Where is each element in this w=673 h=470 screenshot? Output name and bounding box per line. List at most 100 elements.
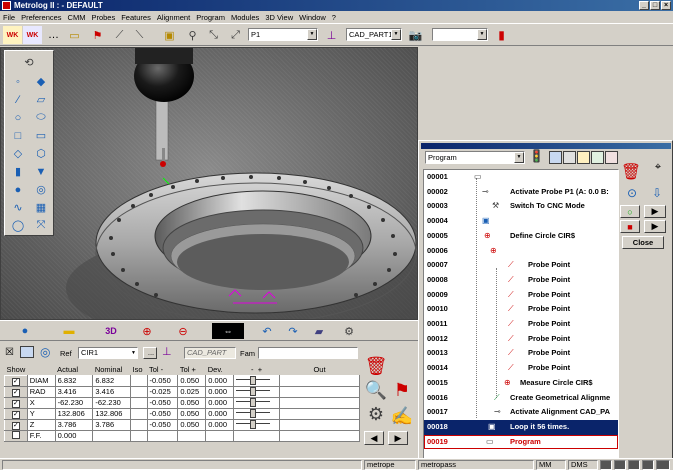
tol-plus-cell[interactable]: [177, 429, 207, 442]
element-icon[interactable]: ⊙: [620, 184, 644, 202]
close-window-button[interactable]: ×: [661, 1, 671, 10]
settings-gear-icon[interactable]: ⚙: [362, 401, 390, 427]
nominal-cell[interactable]: 132.806: [92, 407, 132, 420]
circle-feature-icon[interactable]: ○: [8, 109, 28, 126]
car-view-icon[interactable]: ▬: [58, 323, 80, 339]
table-row[interactable]: ✓ X -62.230 -62.230 -0.050 0.050 0.000: [4, 396, 360, 409]
robot-icon[interactable]: ⚙: [338, 323, 360, 339]
step-forward-icon[interactable]: ▶: [644, 220, 666, 233]
nominal-cell[interactable]: [92, 429, 132, 442]
probe-calibrate-icon[interactable]: ⚲: [183, 26, 202, 44]
actual-cell[interactable]: -62.230: [54, 396, 94, 409]
menu-probes[interactable]: Probes: [91, 13, 115, 22]
rotate-right-icon[interactable]: ↷: [282, 323, 304, 339]
actual-cell[interactable]: 3.786: [54, 418, 94, 431]
line-feature-icon[interactable]: ∕: [8, 91, 28, 108]
part-select[interactable]: CAD_PART1 ▼: [346, 28, 402, 41]
paste-icon[interactable]: [563, 151, 576, 164]
surface-feature-icon[interactable]: ▦: [31, 199, 51, 216]
program-line-15[interactable]: 00015 ⊕ Measure Circle CIR$: [424, 376, 618, 391]
rectangle-feature-icon[interactable]: ▭: [31, 127, 51, 144]
menu-window[interactable]: Window: [299, 13, 326, 22]
play-icon[interactable]: ▶: [644, 205, 666, 218]
program-line-14[interactable]: 00014 ⟋ Probe Point: [424, 361, 618, 376]
menu-3d-view[interactable]: 3D View: [265, 13, 293, 22]
iso-cell[interactable]: [130, 429, 148, 442]
nominal-cell[interactable]: -62.230: [92, 396, 132, 409]
tol-plus-cell[interactable]: 0.050: [177, 374, 207, 387]
menu-features[interactable]: Features: [121, 13, 151, 22]
program-line-3[interactable]: 00003 ⚒ Switch To CNC Mode: [424, 199, 618, 214]
layers-icon[interactable]: ▰: [308, 323, 330, 339]
table-row[interactable]: F.F. 0.000: [4, 429, 360, 442]
zoom-out-icon[interactable]: ⊖: [172, 323, 194, 339]
step-down-icon[interactable]: ⇩: [648, 184, 666, 202]
menu-cmm[interactable]: CMM: [68, 13, 86, 22]
magnify-icon[interactable]: 🔍: [362, 377, 390, 403]
flag-icon[interactable]: ⚑: [88, 26, 107, 44]
menu-program[interactable]: Program: [196, 13, 225, 22]
nominal-cell[interactable]: 3.786: [92, 418, 132, 431]
program-tree[interactable]: 00001 ▭ 00002 ⊸ Activate Probe P1 (A: 0.…: [423, 169, 619, 459]
program-line-4[interactable]: 00004 ▣: [424, 214, 618, 229]
table-row[interactable]: ✓ Y 132.806 132.806 -0.050 0.050 0.000: [4, 407, 360, 420]
actual-cell[interactable]: 6.832: [54, 374, 94, 387]
point-feature-icon[interactable]: ◦: [8, 73, 28, 90]
camera-icon[interactable]: 📷: [406, 26, 425, 44]
run-circle-icon[interactable]: ○: [620, 205, 640, 218]
next-button[interactable]: ▶: [388, 431, 408, 445]
table-row[interactable]: ✓ Z 3.786 3.786 -0.050 0.050 0.000: [4, 418, 360, 431]
probe-change-icon[interactable]: ⤢: [226, 26, 245, 44]
trash-icon[interactable]: 🗑: [362, 353, 390, 379]
ellipse-feature-icon[interactable]: ⬭: [31, 109, 51, 126]
open-workpiece-icon[interactable]: WK: [23, 26, 42, 44]
square-feature-icon[interactable]: □: [8, 127, 28, 144]
more-dots-icon[interactable]: …: [44, 26, 63, 44]
cylinder-feature-icon[interactable]: ▮: [8, 163, 28, 180]
traffic-light-icon[interactable]: 🚦: [529, 149, 544, 163]
feature-type-icon[interactable]: [20, 346, 34, 358]
distance-feature-icon[interactable]: ⤧: [31, 217, 51, 234]
close-button[interactable]: Close: [622, 236, 664, 249]
record-icon[interactable]: [605, 151, 618, 164]
program-line-17[interactable]: 00017 ⊸ Activate Alignment CAD_PA: [424, 405, 618, 420]
iso-cell[interactable]: [130, 418, 148, 431]
copy-icon[interactable]: [549, 151, 562, 164]
3d-viewport[interactable]: [0, 47, 418, 320]
edit-icon[interactable]: [591, 151, 604, 164]
help-pointer-icon[interactable]: ⌖: [648, 160, 668, 174]
tol-minus-cell[interactable]: [146, 429, 179, 442]
probe-hand-icon[interactable]: ✍: [388, 403, 416, 429]
program-line-19[interactable]: 00019 ▭ Program: [424, 434, 618, 450]
tol-plus-cell[interactable]: 0.050: [177, 407, 207, 420]
slot-feature-icon[interactable]: ◇: [8, 145, 28, 162]
show-checkbox[interactable]: ✓: [11, 410, 20, 419]
show-checkbox[interactable]: ✓: [11, 421, 20, 430]
fit-view-icon[interactable]: ⇔: [212, 323, 244, 339]
probe-select[interactable]: P1 ▼: [248, 28, 318, 41]
program-line-1[interactable]: 00001 ▭: [424, 170, 618, 185]
tol-plus-cell[interactable]: 0.050: [177, 418, 207, 431]
probe-tip-icon[interactable]: ⟋: [110, 26, 129, 44]
show-checkbox[interactable]: ✓: [11, 399, 20, 408]
torus-feature-icon[interactable]: ◎: [31, 181, 51, 198]
program-line-10[interactable]: 00010 ⟋ Probe Point: [424, 302, 618, 317]
point-vector-icon[interactable]: ◆: [31, 73, 51, 90]
polygon-feature-icon[interactable]: ⬡: [31, 145, 51, 162]
rotate-left-icon[interactable]: ↶: [256, 323, 278, 339]
tol-minus-cell[interactable]: -0.050: [146, 418, 179, 431]
menu-alignment[interactable]: Alignment: [157, 13, 190, 22]
program-line-6[interactable]: 00006 ⊕: [424, 244, 618, 259]
tol-plus-cell[interactable]: 0.050: [177, 396, 207, 409]
program-line-7[interactable]: 00007 ⟋ Probe Point: [424, 258, 618, 273]
axis-system-icon[interactable]: ⊥: [322, 26, 341, 44]
iso-cell[interactable]: [130, 374, 148, 387]
fam-field[interactable]: [258, 347, 358, 359]
show-checkbox[interactable]: ✓: [11, 377, 20, 386]
nominal-cell[interactable]: 6.832: [92, 374, 132, 387]
previous-button[interactable]: ◀: [364, 431, 384, 445]
folder-probe-icon[interactable]: ▣: [160, 26, 179, 44]
menu-preferences[interactable]: Preferences: [21, 13, 61, 22]
new-workpiece-icon[interactable]: WK: [3, 26, 22, 44]
curve-feature-icon[interactable]: ∿: [8, 199, 28, 216]
